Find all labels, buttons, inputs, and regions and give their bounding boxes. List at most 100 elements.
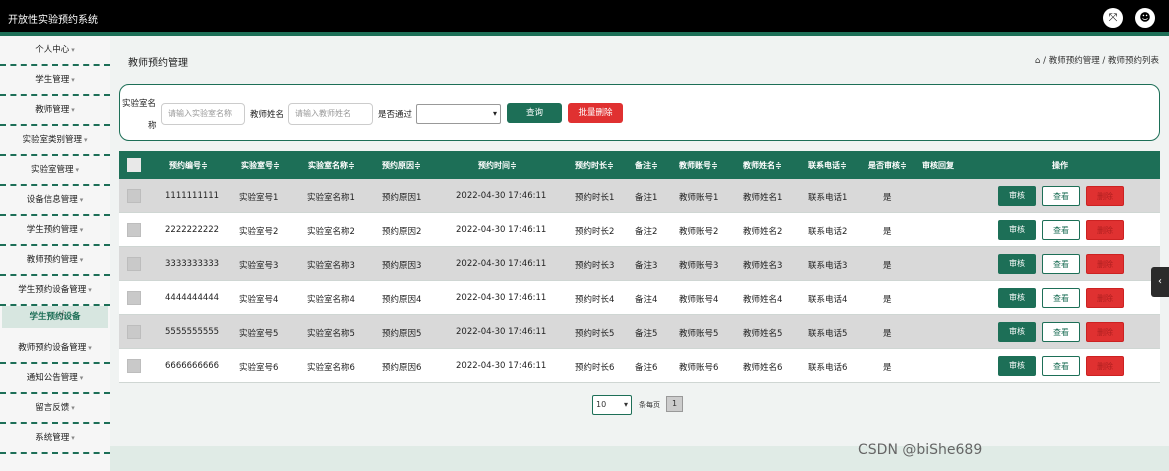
cell-duration: 预约时长6 [575,363,615,373]
cell-lab-name: 实验室名称4 [307,295,355,305]
col-header-phone[interactable]: 联系电话≑ [808,160,847,171]
cell-remark: 备注4 [635,295,658,305]
cell-lab-no: 实验室号2 [239,227,279,237]
sidebar-item-9[interactable]: 教师预约设备管理 ▾ [0,334,110,364]
cell-teacher-account: 教师账号2 [679,227,719,237]
sidebar-item-12[interactable]: 系统管理 ▾ [0,424,110,454]
delete-button[interactable]: 删除 [1086,220,1124,240]
cell-audited: 是 [883,193,892,203]
cell-id: 5555555555 [165,327,220,337]
cell-lab-no: 实验室号3 [239,261,279,271]
sidebar-item-label: 留言反馈 [35,403,70,413]
page-title: 教师预约管理 [128,58,188,69]
cell-phone: 联系电话3 [808,261,848,271]
audit-button[interactable]: 审核 [998,288,1036,308]
sidebar-item-10[interactable]: 通知公告管理 ▾ [0,364,110,394]
sidebar-item-6[interactable]: 学生预约管理 ▾ [0,216,110,246]
cell-time: 2022-04-30 17:46:11 [456,191,547,201]
row-checkbox[interactable] [127,189,141,203]
col-header-time[interactable]: 预约时间≑ [478,160,517,171]
sidebar-item-11[interactable]: 留言反馈 ▾ [0,394,110,424]
page-size-select[interactable]: 10 ▾ [592,395,632,415]
view-button[interactable]: 查看 [1042,288,1080,308]
cell-id: 3333333333 [165,259,220,269]
user-icon[interactable]: ☻ [1135,8,1155,28]
caret-down-icon: ▾ [71,434,75,442]
cell-phone: 联系电话6 [808,363,848,373]
sidebar-item-3[interactable]: 实验室类别管理 ▾ [0,126,110,156]
col-header-lab-no[interactable]: 实验室号≑ [241,160,280,171]
cell-audited: 是 [883,295,892,305]
audit-button[interactable]: 审核 [998,254,1036,274]
sidebar-item-7[interactable]: 教师预约管理 ▾ [0,246,110,276]
col-header-teacher-account[interactable]: 教师账号≑ [679,160,718,171]
breadcrumb-path[interactable]: / 教师预约管理 / 教师预约列表 [1043,56,1159,66]
view-button[interactable]: 查看 [1042,186,1080,206]
row-checkbox[interactable] [127,223,141,237]
caret-down-icon: ▾ [88,344,92,352]
sidebar-item-5[interactable]: 设备信息管理 ▾ [0,186,110,216]
row-checkbox[interactable] [127,291,141,305]
caret-down-icon: ▾ [71,106,75,114]
col-header-duration[interactable]: 预约时长≑ [575,160,614,171]
sidebar-item-label: 教师预约设备管理 [18,343,87,353]
cell-duration: 预约时长5 [575,329,615,339]
audit-button[interactable]: 审核 [998,322,1036,342]
cell-teacher-name: 教师姓名5 [743,329,783,339]
app-title: 开放性实验预约系统 [8,15,98,26]
view-button[interactable]: 查看 [1042,322,1080,342]
col-header-remark[interactable]: 备注≑ [635,160,658,171]
lab-name-input[interactable]: 请输入实验室名称 [161,103,245,125]
caret-down-icon: ▾ [71,46,75,54]
delete-button[interactable]: 删除 [1086,186,1124,206]
table-row: 6666666666 实验室号6 实验室名称6 预约原因6 2022-04-30 17:… [119,349,1160,383]
teacher-name-input[interactable]: 请输入教师姓名 [288,103,373,125]
delete-button[interactable]: 删除 [1086,254,1124,274]
audit-button[interactable]: 审核 [998,356,1036,376]
sidebar-item-0[interactable]: 个人中心 ▾ [0,36,110,66]
row-checkbox[interactable] [127,257,141,271]
col-header-reason[interactable]: 预约原因≑ [382,160,421,171]
select-all-checkbox[interactable] [127,158,141,172]
sidebar-item-8[interactable]: 学生预约设备管理 ▾ [0,276,110,306]
delete-button[interactable]: 删除 [1086,356,1124,376]
caret-down-icon: ▾ [84,136,88,144]
col-header-lab-name[interactable]: 实验室名称≑ [308,160,355,171]
view-button[interactable]: 查看 [1042,254,1080,274]
delete-button[interactable]: 删除 [1086,322,1124,342]
page-number-button[interactable]: 1 [666,396,683,412]
audit-button[interactable]: 审核 [998,220,1036,240]
collapse-panel-tab[interactable]: ‹ [1151,267,1169,297]
row-checkbox[interactable] [127,359,141,373]
sidebar-item-1[interactable]: 学生管理 ▾ [0,66,110,96]
search-panel: 实验室名 称 请输入实验室名称 教师姓名 请输入教师姓名 是否通过 ▾ 查询 批… [119,84,1160,141]
caret-down-icon: ▾ [79,196,84,204]
batch-delete-button[interactable]: 批量删除 [568,103,623,123]
cell-id: 4444444444 [165,293,220,303]
col-header-teacher-name[interactable]: 教师姓名≑ [743,160,782,171]
sidebar-item-4[interactable]: 实验室管理 ▾ [0,156,110,186]
sidebar-item-label: 教师管理 [35,105,70,115]
view-button[interactable]: 查看 [1042,220,1080,240]
col-header-id[interactable]: 预约编号≑ [169,160,208,171]
cell-reason: 预约原因3 [382,261,422,271]
cell-teacher-name: 教师姓名3 [743,261,783,271]
query-button[interactable]: 查询 [507,103,562,123]
expand-icon[interactable]: ⤧ [1103,8,1123,28]
table-row: 4444444444 实验室号4 实验室名称4 预约原因4 2022-04-30 17:… [119,281,1160,315]
view-button[interactable]: 查看 [1042,356,1080,376]
cell-lab-no: 实验室号1 [239,193,279,203]
cell-phone: 联系电话5 [808,329,848,339]
passed-select[interactable]: ▾ [416,104,501,124]
row-checkbox[interactable] [127,325,141,339]
home-icon[interactable]: ⌂ [1035,56,1040,66]
sidebar-item-2[interactable]: 教师管理 ▾ [0,96,110,126]
caret-down-icon: ▾ [79,256,84,264]
cell-lab-no: 实验室号6 [239,363,279,373]
audit-button[interactable]: 审核 [998,186,1036,206]
delete-button[interactable]: 删除 [1086,288,1124,308]
sidebar-subitem-student-device-booking[interactable]: 学生预约设备 [2,306,108,328]
sidebar-item-label: 教师预约管理 [26,255,78,265]
col-header-audited[interactable]: 是否审核≑ [868,160,907,171]
table-row: 5555555555 实验室号5 实验室名称5 预约原因5 2022-04-30 17:… [119,315,1160,349]
